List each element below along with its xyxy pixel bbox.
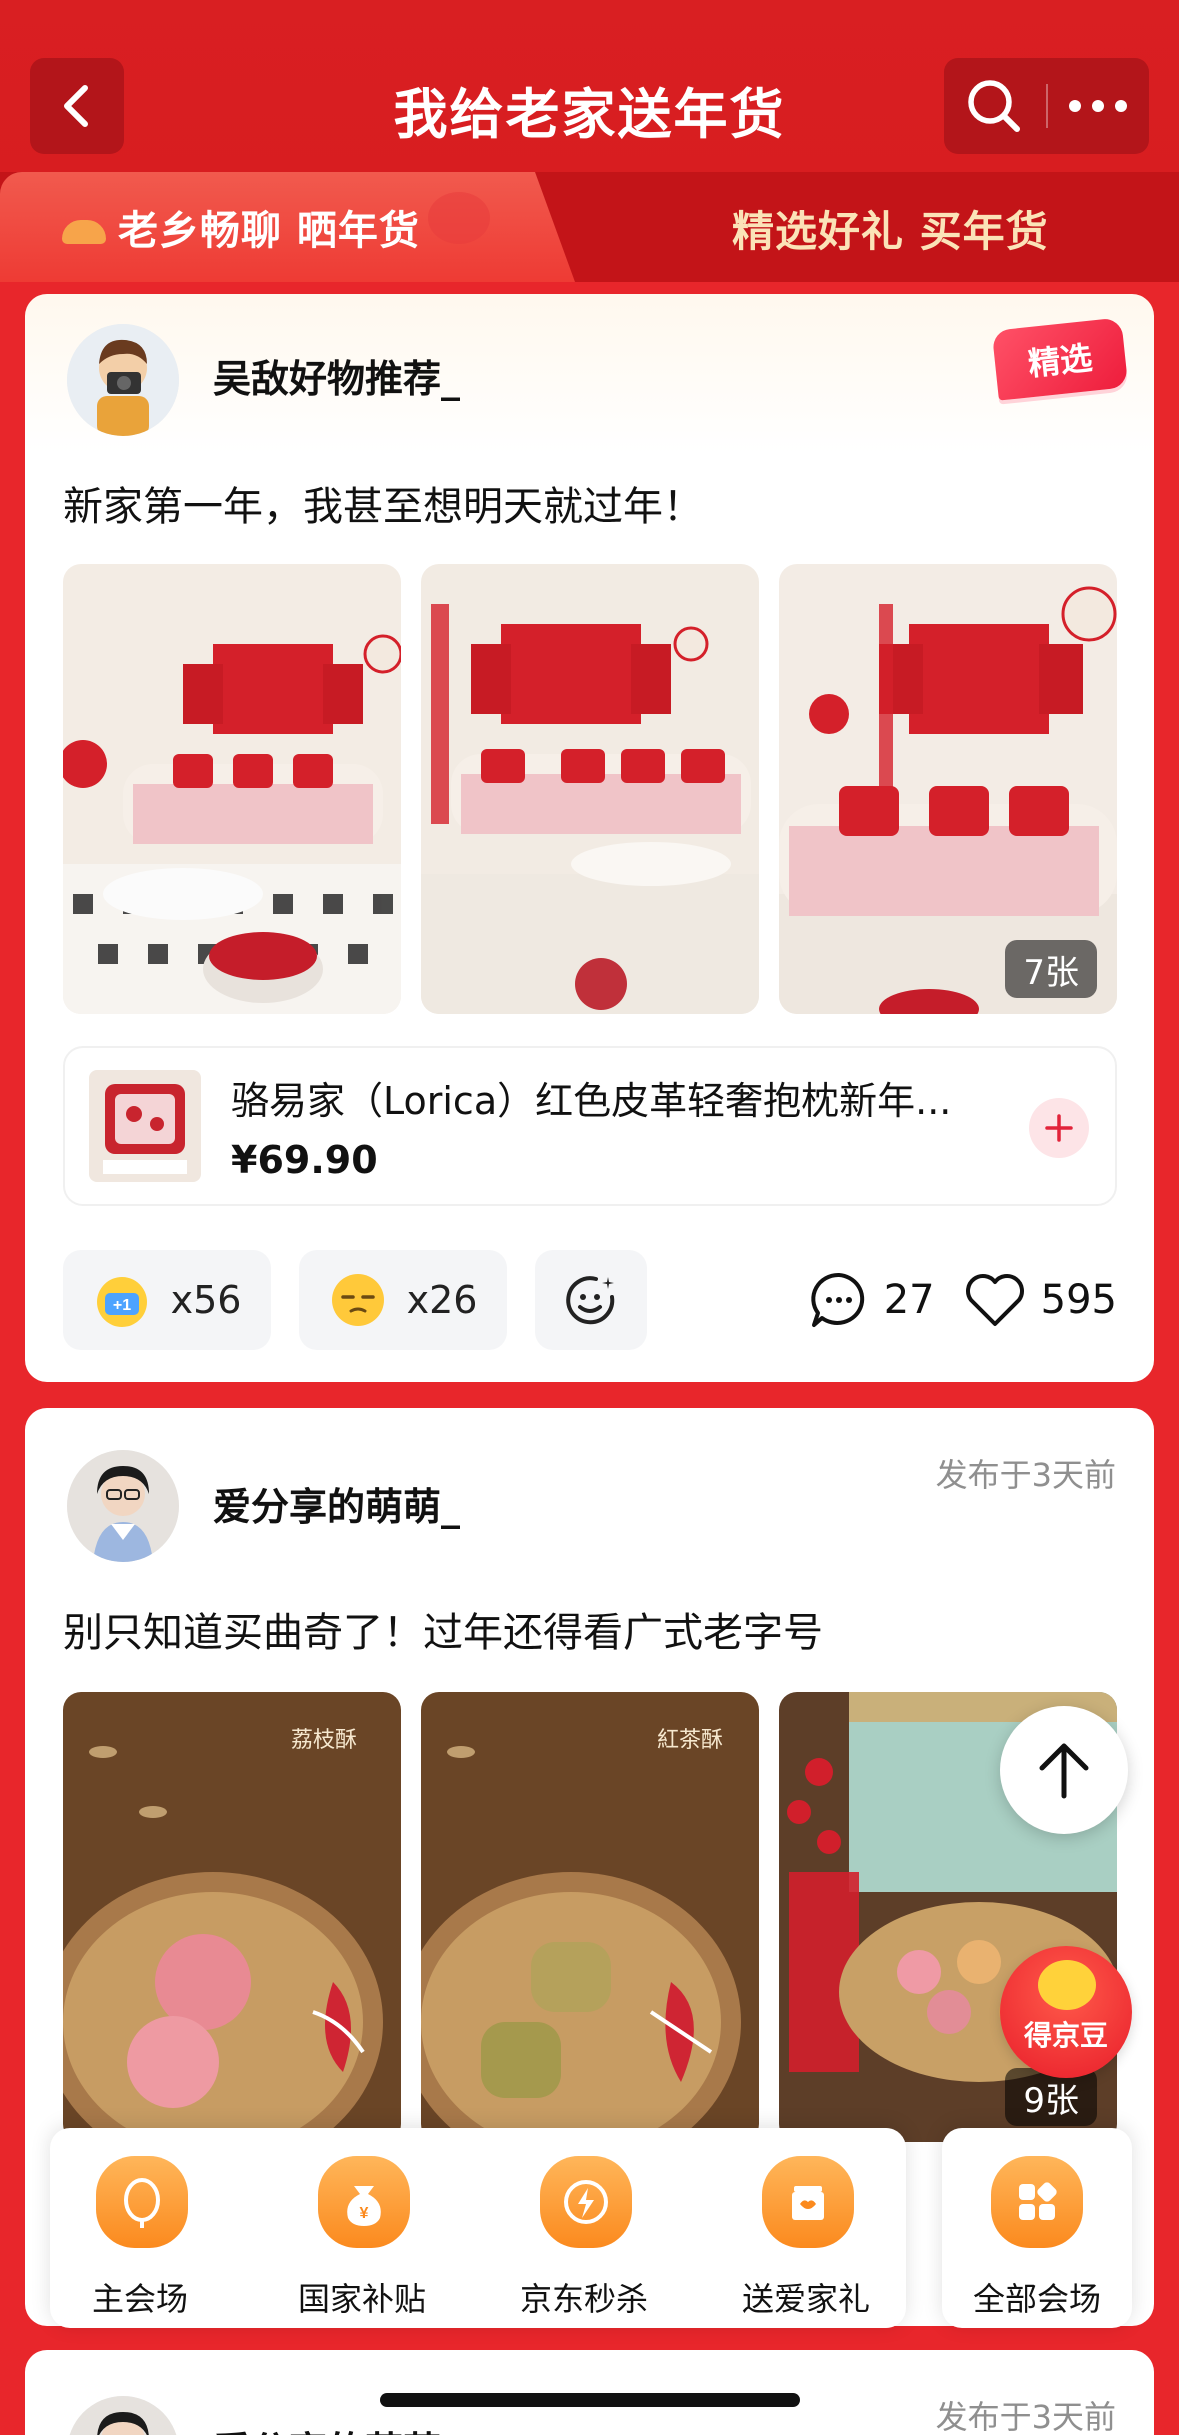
lightning-icon (540, 2156, 632, 2248)
post-stats: 27 595 (808, 1250, 1117, 1350)
post-photo[interactable] (421, 564, 759, 1014)
post-title[interactable]: 新家第一年，我甚至想明天就过年！ (63, 474, 703, 532)
author-name[interactable]: 吴敌好物推荐_ (213, 348, 460, 403)
post-time: 发布于3天前 (935, 2398, 1116, 2435)
nav-label: 全部会场 (972, 2280, 1101, 2318)
svg-text:+1: +1 (112, 1297, 130, 1314)
add-reaction-button[interactable] (535, 1250, 647, 1350)
nav-label: 送爱家礼 (741, 2280, 870, 2318)
heart-icon[interactable] (963, 1270, 1027, 1330)
nav-label: 京东秒杀 (519, 2280, 648, 2318)
search-icon (968, 80, 1020, 132)
product-name: 骆易家（Lorica）红色皮革轻奢抱枕新年... (231, 1079, 952, 1123)
add-reaction-icon (566, 1276, 615, 1325)
post-time: 发布于3天前 (935, 1456, 1116, 1494)
lantern-icon (96, 2156, 188, 2248)
get-beans-label: 得京豆 (1023, 2019, 1108, 2052)
post-photo[interactable] (63, 564, 401, 1014)
nav-national-subsidy[interactable]: ¥ 国家补贴 (272, 2128, 452, 2328)
photo-grid: 7张 (63, 564, 1117, 1014)
pastry-photo (63, 1692, 401, 2142)
post-photo[interactable]: 紅茶酥 (421, 1692, 759, 2142)
nav-label: 国家补贴 (297, 2280, 426, 2318)
top-bar: 我给老家送年货 (0, 0, 1179, 180)
living-room-photo (63, 564, 401, 1014)
post-card[interactable]: 吴敌好物推荐_ 精选 新家第一年，我甚至想明天就过年！ 7张 骆易家（Loric… (25, 294, 1154, 1382)
arrow-up-icon (1039, 1743, 1089, 1799)
pastry-label: 荔枝酥 (290, 1728, 357, 1753)
svg-text:¥: ¥ (360, 2205, 369, 2222)
comment-icon[interactable] (808, 1269, 870, 1331)
like-count: 595 (1040, 1277, 1117, 1323)
nav-flash-sale[interactable]: 京东秒杀 (494, 2128, 674, 2328)
nav-all-venues[interactable]: 全部会场 (942, 2128, 1132, 2328)
avatar[interactable] (67, 2396, 179, 2435)
search-button[interactable] (944, 58, 1044, 154)
photo-count-badge: 9张 (1005, 2068, 1097, 2126)
more-dots-icon (1069, 100, 1127, 112)
home-indicator (380, 2393, 800, 2407)
user-photo-avatar (67, 2396, 179, 2435)
plus-icon (1045, 1114, 1073, 1142)
plus-one-emoji-icon: +1 (93, 1271, 151, 1329)
post-photo[interactable]: 7张 (779, 564, 1117, 1014)
photo-grid: 荔枝酥 紅茶酥 9张 (63, 1692, 1117, 2142)
pillow-image (89, 1070, 201, 1182)
featured-badge: 精选 (991, 317, 1129, 401)
cartoon-photographer-avatar (67, 324, 179, 436)
photo-count-badge: 7张 (1005, 940, 1097, 998)
tab-bar: 精选好礼 买年货 老乡畅聊 晒年货 (0, 172, 1179, 282)
reaction-count: x26 (406, 1278, 478, 1322)
sun-icon (62, 220, 106, 244)
reaction-count: x56 (170, 1278, 242, 1322)
avatar[interactable] (67, 324, 179, 436)
product-thumbnail (89, 1070, 201, 1182)
get-beans-button[interactable]: 得京豆 (1000, 1946, 1132, 2078)
pastry-photo (421, 1692, 759, 2142)
sleepy-emoji-icon (329, 1271, 387, 1329)
avatar[interactable] (67, 1450, 179, 1562)
gift-icon (762, 2156, 854, 2248)
reaction-row: +1 x56 x26 27 595 (63, 1250, 1117, 1350)
post-photo[interactable]: 荔枝酥 (63, 1692, 401, 2142)
living-room-photo (421, 564, 759, 1014)
nav-family-gifts[interactable]: 送爱家礼 (716, 2128, 896, 2328)
add-to-cart-button[interactable] (1029, 1098, 1089, 1158)
tab-chat-share[interactable]: 老乡畅聊 晒年货 (0, 172, 575, 282)
author-name[interactable]: 爱分享的萌萌_ (213, 2420, 460, 2435)
money-bag-icon: ¥ (318, 2156, 410, 2248)
lantern-decoration-icon (428, 192, 490, 244)
reaction-plus-one[interactable]: +1 x56 (63, 1250, 271, 1350)
user-photo-avatar (67, 1450, 179, 1562)
product-price: ¥69.90 (231, 1138, 378, 1182)
tab-buy-gifts-label: 精选好礼 买年货 (732, 207, 1049, 256)
nav-main-venue[interactable]: 主会场 (50, 2128, 230, 2328)
bottom-nav: 主会场 ¥ 国家补贴 京东秒杀 送爱家礼 (50, 2128, 906, 2328)
nav-label: 主会场 (91, 2280, 188, 2318)
bean-icon (1038, 1960, 1096, 2010)
scroll-to-top-button[interactable] (1000, 1706, 1128, 1834)
more-button[interactable] (1048, 58, 1148, 154)
pastry-label: 紅茶酥 (656, 1728, 723, 1753)
author-name[interactable]: 爱分享的萌萌_ (213, 1476, 460, 1531)
reaction-sleepy[interactable]: x26 (299, 1250, 507, 1350)
header-actions (944, 58, 1149, 154)
grid-icon (991, 2156, 1083, 2248)
post-title[interactable]: 别只知道买曲奇了！过年还得看广式老字号 (63, 1600, 823, 1658)
tab-chat-share-label: 老乡畅聊 晒年货 (118, 208, 420, 254)
product-card[interactable]: 骆易家（Lorica）红色皮革轻奢抱枕新年... ¥69.90 (63, 1046, 1117, 1206)
comment-count: 27 (883, 1277, 935, 1323)
